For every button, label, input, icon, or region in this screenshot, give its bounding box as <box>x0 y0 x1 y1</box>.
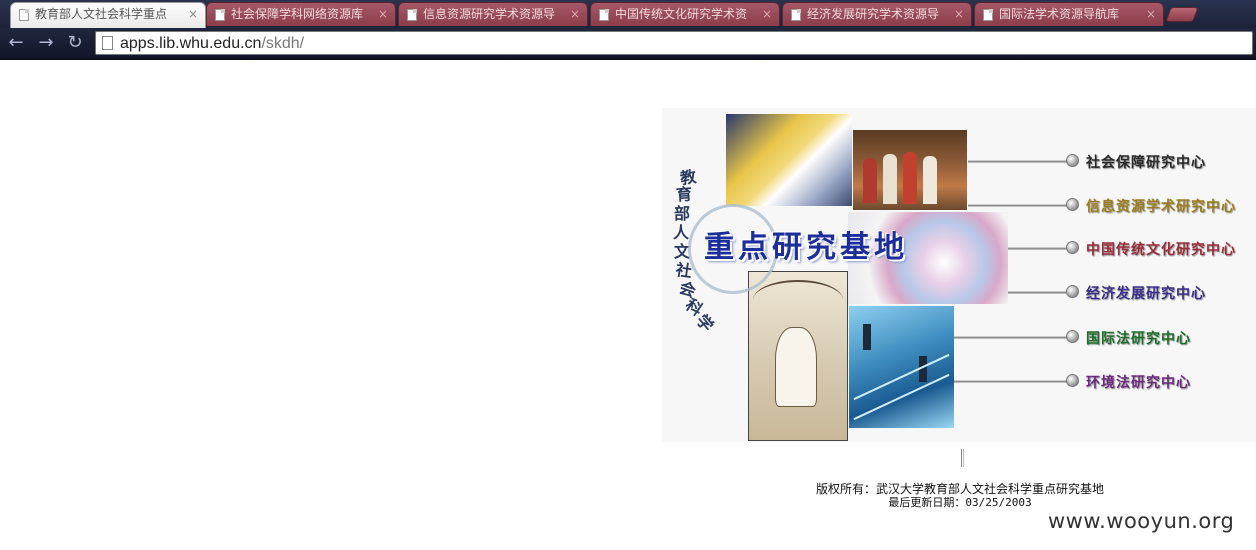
center-link-economic-development[interactable]: 经济发展研究中心 <box>1086 283 1206 303</box>
close-icon[interactable]: × <box>954 3 964 26</box>
research-base-banner: 教 育 部 人 文 社 会 科 学 重点研究基地 社会保障研究中心 信息资源学术… <box>662 108 1256 442</box>
main-title: 重点研究基地 <box>704 230 908 265</box>
divider-mark <box>961 449 964 467</box>
connector-line <box>954 380 1070 383</box>
url-host: apps.lib.whu.edu.cn <box>120 35 262 52</box>
tab-strip: 教育部人文社会科学重点 × 社会保障学科网络资源库 × 信息资源研究学术资源导 … <box>0 0 1256 28</box>
staircase-photo <box>849 306 954 428</box>
back-icon[interactable]: ← <box>4 32 28 56</box>
tab-label: 教育部人文社会科学重点 <box>35 7 168 21</box>
close-icon[interactable]: × <box>762 3 772 26</box>
reload-icon[interactable]: ↻ <box>63 32 87 56</box>
close-icon[interactable]: × <box>570 3 580 26</box>
watermark: www.wooyun.org <box>1048 509 1235 533</box>
bullet-icon <box>1066 374 1079 387</box>
toolbar: ← → ↻ apps.lib.whu.edu.cn/skdh/ <box>0 28 1256 60</box>
page-icon <box>983 9 993 21</box>
bullet-icon <box>1066 154 1079 167</box>
pen-photo <box>726 114 852 206</box>
tab-label: 社会保障学科网络资源库 <box>231 7 364 21</box>
center-link-traditional-culture[interactable]: 中国传统文化研究中心 <box>1086 239 1236 259</box>
bullet-icon <box>1066 198 1079 211</box>
center-link-social-security[interactable]: 社会保障研究中心 <box>1086 152 1206 172</box>
connector-line <box>954 336 1070 339</box>
address-bar[interactable]: apps.lib.whu.edu.cn/skdh/ <box>95 31 1253 55</box>
bullet-icon <box>1066 330 1079 343</box>
connector-line <box>968 204 1070 207</box>
new-tab-button[interactable] <box>1165 7 1199 22</box>
url-text[interactable]: apps.lib.whu.edu.cn/skdh/ <box>120 32 304 55</box>
tab-5[interactable]: 国际法学术资源导航库 × <box>974 2 1164 26</box>
page-icon <box>102 36 113 50</box>
bullet-icon <box>1066 285 1079 298</box>
page-icon <box>599 9 609 21</box>
tab-label: 信息资源研究学术资源导 <box>423 7 556 21</box>
forward-icon[interactable]: → <box>34 32 58 56</box>
close-icon[interactable]: × <box>1146 3 1156 26</box>
tab-0[interactable]: 教育部人文社会科学重点 × <box>10 2 206 28</box>
tab-4[interactable]: 经济发展研究学术资源导 × <box>782 2 972 26</box>
children-photo <box>853 130 967 210</box>
center-link-international-law[interactable]: 国际法研究中心 <box>1086 328 1191 348</box>
tab-1[interactable]: 社会保障学科网络资源库 × <box>206 2 396 26</box>
last-updated-text: 最后更新日期：03/25/2003 <box>888 496 1032 509</box>
tab-2[interactable]: 信息资源研究学术资源导 × <box>398 2 588 26</box>
connector-line <box>968 160 1070 163</box>
bullet-icon <box>1066 241 1079 254</box>
painting-photo <box>748 271 848 441</box>
close-icon[interactable]: × <box>378 3 388 26</box>
center-link-information-resources[interactable]: 信息资源学术研究中心 <box>1086 196 1236 216</box>
page-icon <box>215 9 225 21</box>
tab-label: 中国传统文化研究学术资 <box>615 7 748 21</box>
tab-3[interactable]: 中国传统文化研究学术资 × <box>590 2 780 26</box>
page-icon <box>791 9 801 21</box>
close-icon[interactable]: × <box>188 3 198 26</box>
url-path: /skdh/ <box>261 35 305 52</box>
connector-line <box>1008 247 1070 250</box>
page-icon <box>407 9 417 21</box>
center-link-environmental-law[interactable]: 环境法研究中心 <box>1086 372 1191 392</box>
connector-line <box>1008 291 1070 294</box>
tab-label: 国际法学术资源导航库 <box>999 7 1120 21</box>
page-icon <box>19 9 29 21</box>
tab-label: 经济发展研究学术资源导 <box>807 7 940 21</box>
